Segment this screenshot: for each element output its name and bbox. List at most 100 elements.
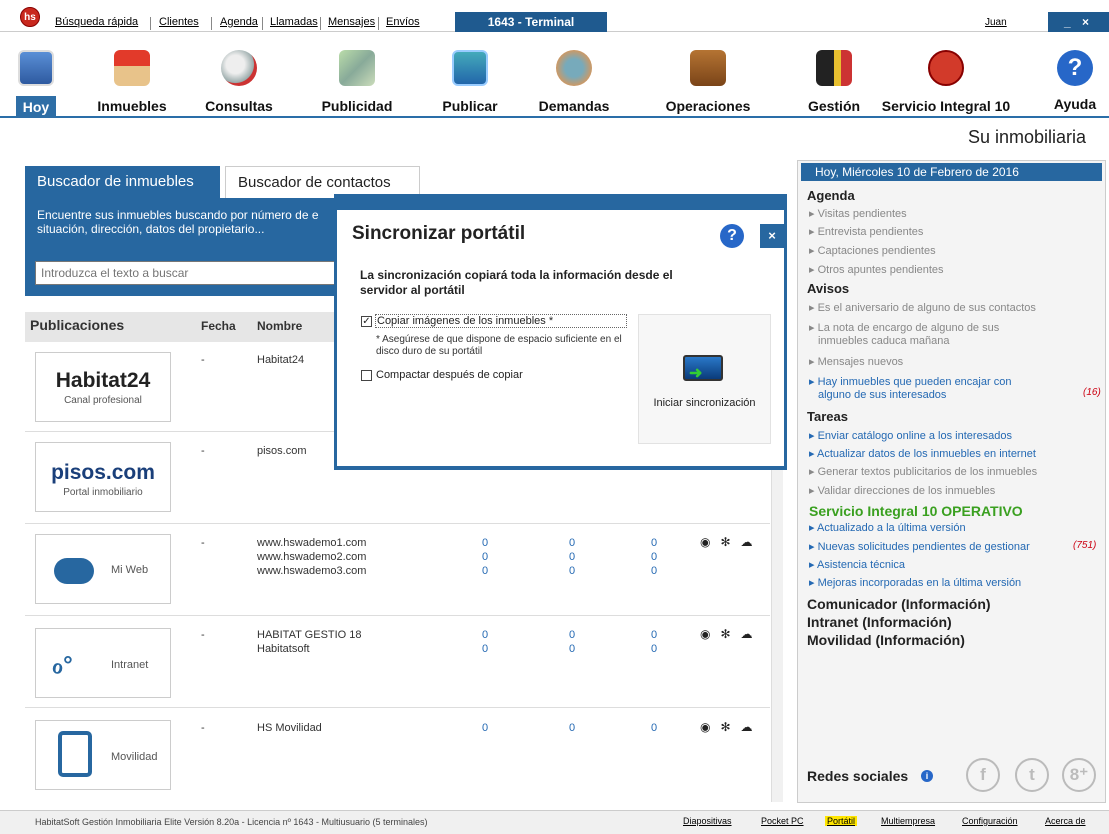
eye-icon[interactable]: ◉ bbox=[700, 535, 720, 549]
row-count[interactable]: 0 bbox=[569, 565, 575, 577]
separator bbox=[150, 17, 151, 30]
toolbar-ayuda[interactable]: ? Ayuda bbox=[1050, 32, 1100, 118]
toolbar-demandas[interactable]: Demandas bbox=[526, 32, 622, 118]
table-row[interactable]: ℴ° Intranet - HABITAT GESTIO 18 Habitats… bbox=[25, 616, 770, 708]
logo-text: Intranet bbox=[111, 659, 149, 671]
row-count[interactable]: 0 bbox=[651, 537, 657, 549]
tab-buscador-inmuebles[interactable]: Buscador de inmuebles bbox=[25, 166, 220, 198]
toolbar-consultas[interactable]: Consultas bbox=[197, 32, 281, 118]
tarea-item[interactable]: ▸ Generar textos publicitarios de los in… bbox=[809, 465, 1037, 478]
toolbar-hoy[interactable]: Hoy bbox=[16, 32, 56, 118]
googleplus-icon[interactable]: 8⁺ bbox=[1062, 758, 1096, 792]
status-link-portatil[interactable]: Portátil bbox=[825, 816, 858, 826]
toolbar-operaciones[interactable]: Operaciones bbox=[658, 32, 758, 118]
cloud-upload-icon[interactable]: ☁ bbox=[741, 535, 763, 549]
help-button[interactable]: ? bbox=[720, 224, 744, 248]
search-input[interactable] bbox=[35, 261, 335, 285]
copy-images-label[interactable]: Copiar imágenes de los inmuebles * bbox=[375, 314, 627, 328]
si-item[interactable]: ▸ Mejoras incorporadas en la última vers… bbox=[809, 576, 1021, 589]
row-name: HABITAT GESTIO 18 bbox=[257, 629, 362, 641]
cloud-upload-icon[interactable]: ☁ bbox=[741, 720, 763, 734]
window-controls[interactable]: _ × bbox=[1048, 12, 1109, 32]
social-title: Redes sociales bbox=[807, 768, 909, 784]
aviso-item-link-cont[interactable]: alguno de sus interesados bbox=[818, 389, 946, 401]
cloud-upload-icon[interactable]: ☁ bbox=[741, 627, 763, 641]
status-link-multiempresa[interactable]: Multiempresa bbox=[881, 816, 935, 826]
row-actions[interactable]: ◉✻☁ bbox=[700, 535, 763, 549]
tarea-item[interactable]: ▸ Enviar catálogo online a los interesad… bbox=[809, 429, 1012, 442]
row-count[interactable]: 0 bbox=[482, 722, 488, 734]
si-item[interactable]: ▸ Asistencia técnica bbox=[809, 558, 905, 571]
row-count[interactable]: 0 bbox=[651, 551, 657, 563]
gear-icon[interactable]: ✻ bbox=[720, 627, 740, 641]
table-row[interactable]: Mi Web - www.hswademo1.com www.hswademo2… bbox=[25, 524, 770, 616]
table-row[interactable]: Movilidad - HS Movilidad 0 0 0 ◉✻☁ bbox=[25, 708, 770, 802]
start-sync-button[interactable]: ➜ Iniciar sincronización bbox=[638, 314, 771, 444]
row-count[interactable]: 0 bbox=[569, 643, 575, 655]
row-count[interactable]: 0 bbox=[482, 551, 488, 563]
gear-icon[interactable]: ✻ bbox=[720, 535, 740, 549]
nav-link-envios[interactable]: Envíos bbox=[386, 16, 420, 28]
row-count[interactable]: 0 bbox=[651, 643, 657, 655]
toolbar-publicidad[interactable]: Publicidad bbox=[312, 32, 402, 118]
app-logo-icon[interactable]: hs bbox=[20, 7, 40, 27]
info-intranet[interactable]: Intranet (Información) bbox=[807, 614, 952, 630]
facebook-icon[interactable]: f bbox=[966, 758, 1000, 792]
compact-label[interactable]: Compactar después de copiar bbox=[376, 369, 523, 381]
agenda-item[interactable]: ▸ Entrevista pendientes bbox=[809, 225, 923, 238]
copy-images-checkbox[interactable]: ✓ bbox=[361, 316, 372, 327]
status-link-diapositivas[interactable]: Diapositivas bbox=[683, 816, 732, 826]
close-button[interactable]: × bbox=[760, 224, 784, 248]
search-description: Encuentre sus inmuebles buscando por núm… bbox=[37, 208, 319, 236]
row-actions[interactable]: ◉✻☁ bbox=[700, 627, 763, 641]
toolbar-gestion[interactable]: Gestión bbox=[800, 32, 868, 118]
status-link-acerca[interactable]: Acerca de bbox=[1045, 816, 1086, 826]
toolbar-servicio-integral[interactable]: Servicio Integral 10 bbox=[876, 32, 1016, 118]
agenda-item[interactable]: ▸ Otros apuntes pendientes bbox=[809, 263, 944, 276]
toolbar-label: Publicar bbox=[442, 98, 498, 114]
nav-link-busqueda[interactable]: Búsqueda rápida bbox=[55, 16, 138, 28]
eye-icon[interactable]: ◉ bbox=[700, 720, 720, 734]
tarea-item[interactable]: ▸ Validar direcciones de los inmuebles bbox=[809, 484, 995, 497]
status-link-pocketpc[interactable]: Pocket PC bbox=[761, 816, 804, 826]
row-actions[interactable]: ◉✻☁ bbox=[700, 720, 763, 734]
toolbar-inmuebles[interactable]: Inmuebles bbox=[90, 32, 174, 118]
info-icon[interactable]: i bbox=[921, 770, 933, 782]
agenda-item[interactable]: ▸ Visitas pendientes bbox=[809, 207, 907, 220]
nav-link-llamadas[interactable]: Llamadas bbox=[270, 16, 318, 28]
row-count[interactable]: 0 bbox=[569, 629, 575, 641]
si-item[interactable]: ▸ Nuevas solicitudes pendientes de gesti… bbox=[809, 540, 1030, 553]
user-link[interactable]: Juan bbox=[985, 17, 1007, 28]
row-count[interactable]: 0 bbox=[482, 629, 488, 641]
today-date: Hoy, Miércoles 10 de Febrero de 2016 bbox=[801, 163, 1102, 181]
row-name: pisos.com bbox=[257, 445, 307, 457]
tarea-item[interactable]: ▸ Actualizar datos de los inmuebles en i… bbox=[809, 447, 1036, 460]
nav-link-mensajes[interactable]: Mensajes bbox=[328, 16, 375, 28]
row-count[interactable]: 0 bbox=[569, 722, 575, 734]
info-comunicador[interactable]: Comunicador (Información) bbox=[807, 596, 991, 612]
row-count[interactable]: 0 bbox=[569, 537, 575, 549]
row-count[interactable]: 0 bbox=[569, 551, 575, 563]
row-count[interactable]: 0 bbox=[651, 629, 657, 641]
nav-link-agenda[interactable]: Agenda bbox=[220, 16, 258, 28]
info-movilidad[interactable]: Movilidad (Información) bbox=[807, 632, 965, 648]
row-count[interactable]: 0 bbox=[482, 537, 488, 549]
twitter-icon[interactable]: t bbox=[1015, 758, 1049, 792]
si-item[interactable]: ▸ Actualizado a la última versión bbox=[809, 521, 966, 534]
agenda-item[interactable]: ▸ Captaciones pendientes bbox=[809, 244, 936, 257]
row-count[interactable]: 0 bbox=[651, 722, 657, 734]
row-count[interactable]: 0 bbox=[651, 565, 657, 577]
gear-icon[interactable]: ✻ bbox=[720, 720, 740, 734]
toolbar-publicar[interactable]: Publicar bbox=[430, 32, 510, 118]
row-count[interactable]: 0 bbox=[482, 565, 488, 577]
aviso-item[interactable]: ▸ Mensajes nuevos bbox=[809, 355, 903, 368]
eye-icon[interactable]: ◉ bbox=[700, 627, 720, 641]
toolbar-label: Consultas bbox=[205, 98, 273, 114]
nav-link-clientes[interactable]: Clientes bbox=[159, 16, 199, 28]
aviso-item-link[interactable]: ▸ Hay inmuebles que pueden encajar con bbox=[809, 375, 1011, 388]
row-count[interactable]: 0 bbox=[482, 643, 488, 655]
status-link-configuracion[interactable]: Configuración bbox=[962, 816, 1018, 826]
compact-checkbox[interactable] bbox=[361, 370, 372, 381]
aviso-item[interactable]: ▸ Es el aniversario de alguno de sus con… bbox=[809, 301, 1036, 314]
aviso-item[interactable]: ▸ La nota de encargo de alguno de sus bbox=[809, 321, 999, 334]
